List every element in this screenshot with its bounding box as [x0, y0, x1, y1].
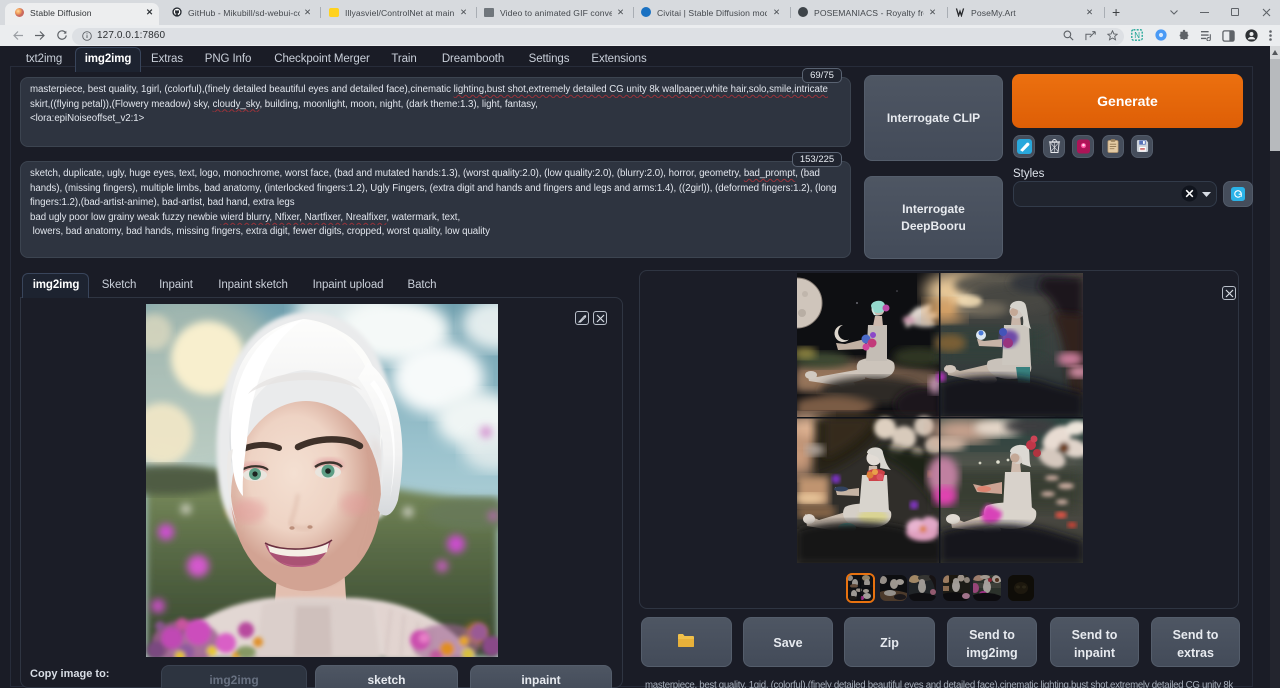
svg-text:N: N — [1134, 31, 1140, 40]
